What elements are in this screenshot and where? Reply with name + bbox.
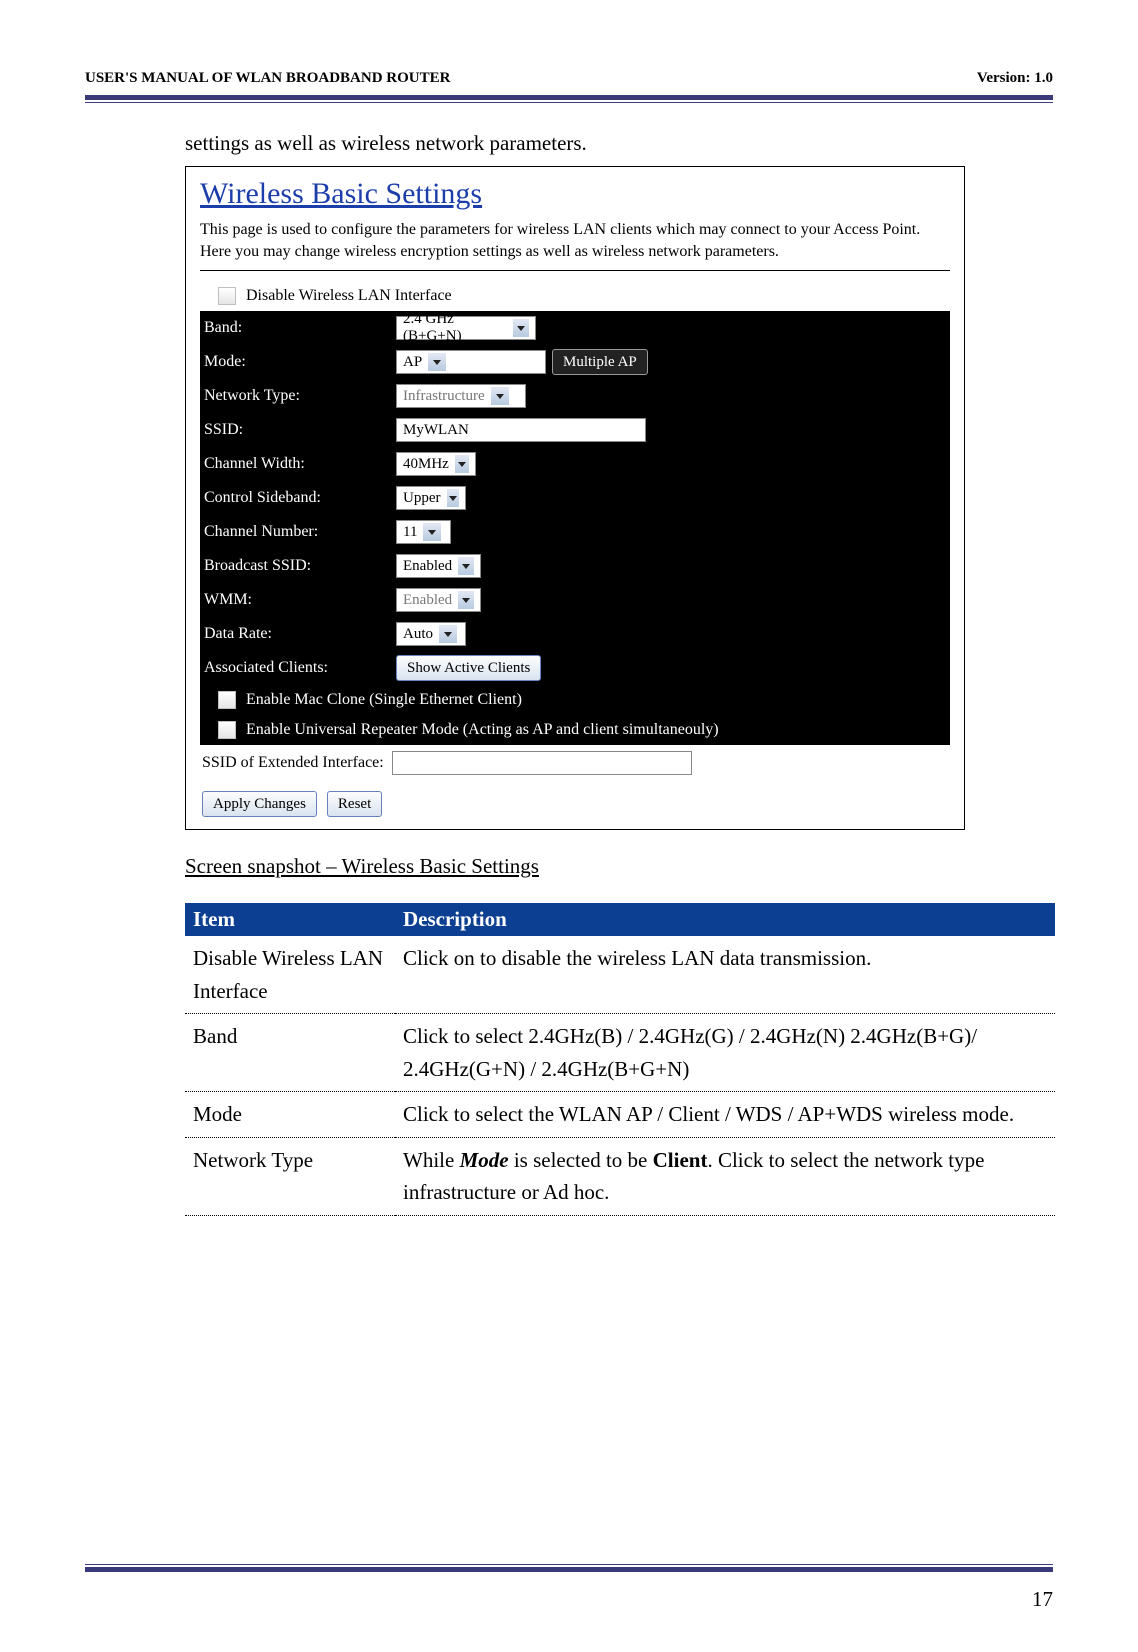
table-cell-item: Band	[185, 1014, 395, 1092]
doc-header: USER'S MANUAL OF WLAN BROADBAND ROUTER V…	[85, 70, 1053, 87]
multiple-ap-button[interactable]: Multiple AP	[552, 349, 648, 375]
assoc-clients-label: Associated Clients:	[204, 659, 396, 677]
table-cell-desc: Click to select the WLAN AP / Client / W…	[395, 1092, 1055, 1138]
channel-width-label: Channel Width:	[204, 455, 396, 473]
disable-wlan-checkbox[interactable]	[218, 287, 236, 305]
table-cell-desc: While Mode is selected to be Client. Cli…	[395, 1137, 1055, 1215]
table-cell-item: Disable Wireless LAN Interface	[185, 936, 395, 1014]
band-select[interactable]: 2.4 GHz (B+G+N)	[396, 316, 536, 340]
doc-header-left: USER'S MANUAL OF WLAN BROADBAND ROUTER	[85, 70, 450, 87]
channel-number-value: 11	[403, 524, 417, 541]
network-type-value: Infrastructure	[403, 388, 485, 405]
chevron-down-icon	[455, 455, 469, 473]
screenshot-caption: Screen snapshot – Wireless Basic Setting…	[185, 854, 1053, 879]
band-label: Band:	[204, 319, 396, 337]
extended-ssid-input[interactable]	[392, 751, 692, 775]
table-header-desc: Description	[395, 903, 1055, 936]
extended-ssid-row: SSID of Extended Interface:	[200, 745, 950, 781]
band-value: 2.4 GHz (B+G+N)	[403, 311, 507, 345]
control-sideband-label: Control Sideband:	[204, 489, 396, 507]
network-type-label: Network Type:	[204, 387, 396, 405]
chevron-down-icon	[491, 387, 509, 405]
description-table: Item Description Disable Wireless LAN In…	[185, 903, 1055, 1216]
chevron-down-icon	[513, 319, 529, 337]
chevron-down-icon	[458, 591, 474, 609]
doc-header-right: Version: 1.0	[977, 70, 1053, 87]
wmm-select[interactable]: Enabled	[396, 588, 481, 612]
data-rate-value: Auto	[403, 626, 433, 643]
panel-divider	[200, 270, 950, 271]
broadcast-ssid-select[interactable]: Enabled	[396, 554, 481, 578]
universal-repeater-label: Enable Universal Repeater Mode (Acting a…	[246, 721, 719, 739]
extended-ssid-label: SSID of Extended Interface:	[202, 754, 384, 772]
control-sideband-value: Upper	[403, 490, 441, 507]
data-rate-label: Data Rate:	[204, 625, 396, 643]
broadcast-ssid-row: Broadcast SSID: Enabled	[200, 549, 950, 583]
assoc-clients-row: Associated Clients: Show Active Clients	[200, 651, 950, 685]
panel-description: This page is used to configure the param…	[200, 219, 950, 262]
action-row: Apply Changes Reset	[200, 781, 950, 817]
ssid-row: SSID: MyWLAN	[200, 413, 950, 447]
screenshot-panel: Wireless Basic Settings This page is use…	[185, 166, 965, 830]
intro-text: settings as well as wireless network par…	[185, 131, 1053, 156]
broadcast-ssid-label: Broadcast SSID:	[204, 557, 396, 575]
wmm-row: WMM: Enabled	[200, 583, 950, 617]
control-sideband-select[interactable]: Upper	[396, 486, 466, 510]
header-rule-thick	[85, 95, 1053, 100]
table-cell-item: Mode	[185, 1092, 395, 1138]
chevron-down-icon	[423, 523, 441, 541]
chevron-down-icon	[447, 489, 460, 507]
mac-clone-row: Enable Mac Clone (Single Ethernet Client…	[200, 685, 950, 715]
ssid-label: SSID:	[204, 421, 396, 439]
table-row: ModeClick to select the WLAN AP / Client…	[185, 1092, 1055, 1138]
reset-button[interactable]: Reset	[327, 791, 382, 817]
data-rate-row: Data Rate: Auto	[200, 617, 950, 651]
mode-label: Mode:	[204, 353, 396, 371]
ssid-input[interactable]: MyWLAN	[396, 418, 646, 442]
universal-repeater-row: Enable Universal Repeater Mode (Acting a…	[200, 715, 950, 745]
chevron-down-icon	[428, 353, 446, 371]
universal-repeater-checkbox[interactable]	[218, 721, 236, 739]
header-rule-thin	[85, 102, 1053, 103]
channel-width-value: 40MHz	[403, 456, 449, 473]
page-number: 17	[1032, 1587, 1053, 1612]
mode-value: AP	[403, 354, 422, 371]
table-cell-desc: Click to select 2.4GHz(B) / 2.4GHz(G) / …	[395, 1014, 1055, 1092]
channel-number-label: Channel Number:	[204, 523, 396, 541]
table-row: BandClick to select 2.4GHz(B) / 2.4GHz(G…	[185, 1014, 1055, 1092]
chevron-down-icon	[439, 625, 457, 643]
network-type-select[interactable]: Infrastructure	[396, 384, 526, 408]
broadcast-ssid-value: Enabled	[403, 558, 452, 575]
disable-wlan-label: Disable Wireless LAN Interface	[246, 287, 452, 305]
channel-width-select[interactable]: 40MHz	[396, 452, 476, 476]
table-header-item: Item	[185, 903, 395, 936]
channel-number-row: Channel Number: 11	[200, 515, 950, 549]
table-row: Disable Wireless LAN InterfaceClick on t…	[185, 936, 1055, 1014]
apply-changes-button[interactable]: Apply Changes	[202, 791, 317, 817]
mode-select[interactable]: AP	[396, 350, 546, 374]
network-type-row: Network Type: Infrastructure	[200, 379, 950, 413]
band-row: Band: 2.4 GHz (B+G+N)	[200, 311, 950, 345]
mac-clone-checkbox[interactable]	[218, 691, 236, 709]
chevron-down-icon	[458, 557, 474, 575]
disable-wlan-row: Disable Wireless LAN Interface	[200, 281, 950, 311]
mode-row: Mode: AP Multiple AP	[200, 345, 950, 379]
wmm-label: WMM:	[204, 591, 396, 609]
wmm-value: Enabled	[403, 592, 452, 609]
footer-separator	[85, 1564, 1053, 1572]
mac-clone-label: Enable Mac Clone (Single Ethernet Client…	[246, 691, 522, 709]
channel-width-row: Channel Width: 40MHz	[200, 447, 950, 481]
channel-number-select[interactable]: 11	[396, 520, 451, 544]
control-sideband-row: Control Sideband: Upper	[200, 481, 950, 515]
table-cell-desc: Click on to disable the wireless LAN dat…	[395, 936, 1055, 1014]
data-rate-select[interactable]: Auto	[396, 622, 466, 646]
table-cell-item: Network Type	[185, 1137, 395, 1215]
panel-title: Wireless Basic Settings	[200, 177, 950, 211]
show-active-clients-button[interactable]: Show Active Clients	[396, 655, 541, 681]
table-row: Network TypeWhile Mode is selected to be…	[185, 1137, 1055, 1215]
